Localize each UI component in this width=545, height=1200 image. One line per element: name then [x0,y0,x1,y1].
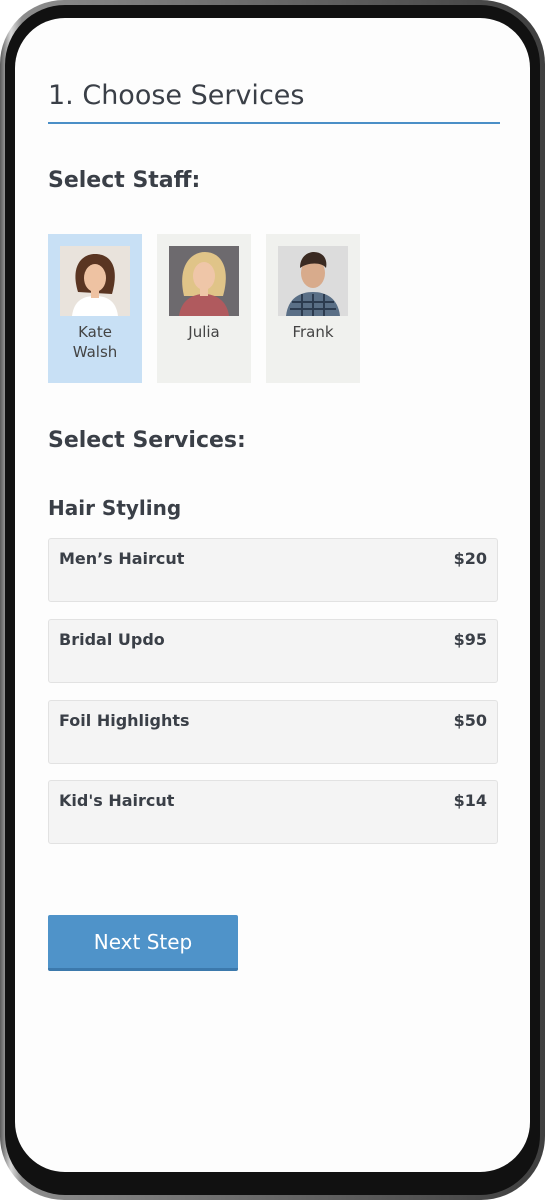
title-divider [48,122,500,124]
services-heading: Select Services: [48,428,246,453]
staff-list: Kate Walsh Julia Frank [48,234,360,384]
staff-card-julia[interactable]: Julia [157,234,251,383]
service-name: Bridal Updo [59,630,165,649]
service-price: $95 [453,630,487,649]
woman-brunette-avatar-icon [60,246,130,316]
service-price: $14 [453,791,487,810]
service-price: $20 [453,549,487,568]
staff-name: Kate Walsh [72,323,118,361]
staff-card-kate-walsh[interactable]: Kate Walsh [48,234,142,383]
page-title: 1. Choose Services [48,80,305,111]
woman-blonde-avatar-icon [169,246,239,316]
staff-heading: Select Staff: [48,168,201,193]
man-plaid-shirt-avatar-icon [278,246,348,316]
service-price: $50 [453,711,487,730]
service-name: Foil Highlights [59,711,190,730]
service-name: Kid's Haircut [59,791,175,810]
next-step-button[interactable]: Next Step [48,915,238,971]
staff-name: Frank [292,323,334,341]
service-item-foil-highlights[interactable]: Foil Highlights $50 [48,700,498,764]
service-name: Men’s Haircut [59,549,185,568]
category-heading: Hair Styling [48,496,182,520]
app-screen: 1. Choose Services Select Staff: Kate Wa… [15,18,530,1172]
service-item-mens-haircut[interactable]: Men’s Haircut $20 [48,538,498,602]
staff-card-frank[interactable]: Frank [266,234,360,383]
service-item-bridal-updo[interactable]: Bridal Updo $95 [48,619,498,683]
service-item-kids-haircut[interactable]: Kid's Haircut $14 [48,780,498,844]
staff-name: Julia [188,323,220,341]
